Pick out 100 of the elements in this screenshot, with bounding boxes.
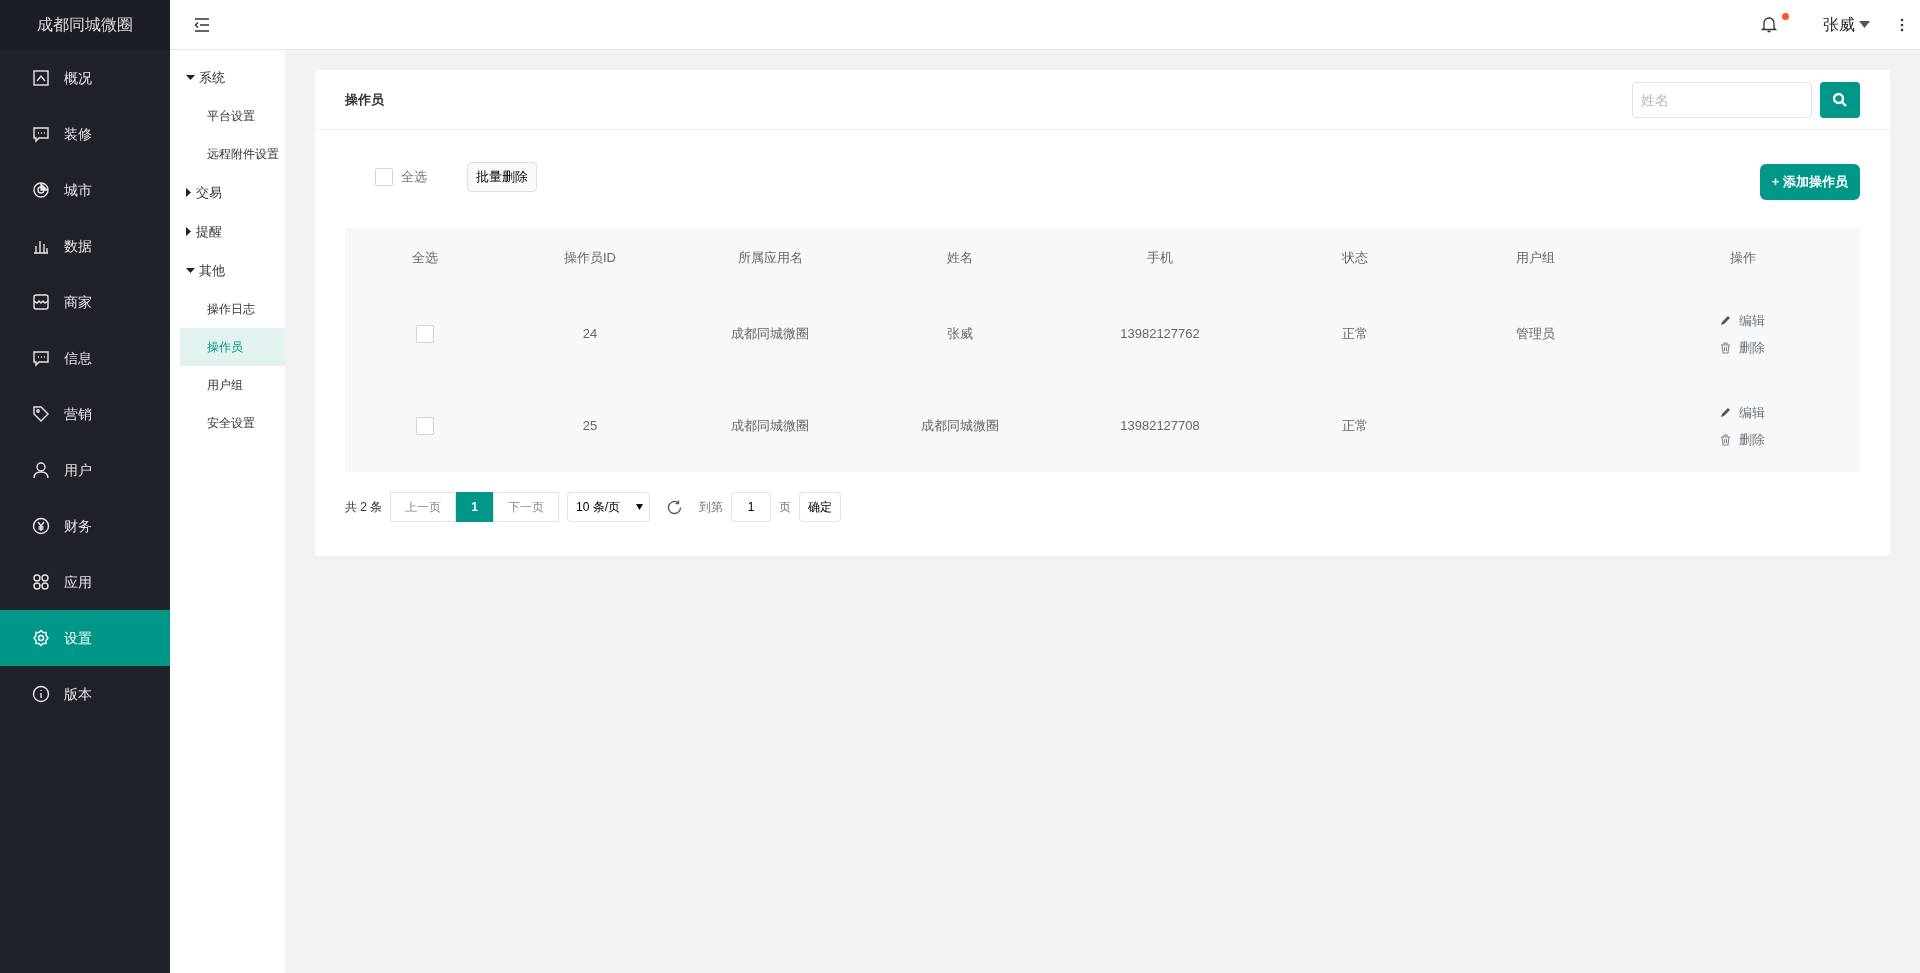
submenu-group[interactable]: 系统 (170, 58, 285, 97)
sidebar-label: 用户 (64, 460, 92, 480)
user-menu[interactable]: 张威 (1823, 12, 1870, 37)
page-button[interactable]: 1 (456, 492, 494, 522)
goto-label: 到第 (699, 499, 724, 516)
caret-down-icon (186, 267, 195, 274)
sidebar-item[interactable]: 信息 (0, 330, 170, 386)
apps-icon (32, 573, 50, 591)
column-header: 姓名 (946, 249, 974, 268)
column-header: 操作员ID (563, 249, 617, 268)
submenu-group-label: 交易 (196, 183, 222, 202)
submenu-group[interactable]: 其他 (170, 251, 285, 290)
picture-frame-icon (32, 69, 50, 87)
refresh-icon[interactable] (666, 498, 684, 516)
info-icon (32, 685, 50, 703)
sidebar-label: 装修 (64, 124, 92, 144)
edit-link[interactable]: 编辑 (1720, 402, 1765, 422)
delete-link[interactable]: 删除 (1720, 338, 1765, 358)
sidebar-item[interactable]: 概况 (0, 50, 170, 106)
sidebar-label: 信息 (64, 348, 92, 368)
edit-link[interactable]: 编辑 (1720, 310, 1765, 330)
table-cell: 张威 (947, 326, 973, 342)
table-cell: 正常 (1342, 418, 1368, 434)
sidebar-item[interactable]: 财务 (0, 498, 170, 554)
user-icon (32, 461, 50, 479)
caret-icon (1859, 21, 1870, 28)
column-header: 用户组 (1514, 249, 1556, 268)
sidebar-label: 应用 (64, 572, 92, 592)
confirm-button[interactable]: 确定 (799, 492, 842, 522)
delete-link[interactable]: 删除 (1720, 430, 1765, 450)
submenu-item[interactable]: 安全设置 (180, 404, 285, 442)
chat-icon (32, 125, 50, 143)
page-size-select[interactable]: 10 条/页 (567, 492, 651, 522)
submenu-group[interactable]: 交易 (170, 173, 285, 212)
table-cell: 成都同城微圈 (731, 418, 809, 434)
sidebar-label: 设置 (64, 628, 92, 648)
column-header: 手机 (1146, 249, 1174, 268)
sidebar-item[interactable]: 营销 (0, 386, 170, 442)
collapse-menu-icon[interactable] (194, 17, 210, 32)
chat-icon (32, 349, 50, 367)
pencil-icon (1720, 314, 1731, 326)
tag-icon (32, 405, 50, 423)
column-header: 所属应用名 (736, 249, 804, 268)
search-button[interactable] (1820, 81, 1860, 118)
sidebar-label: 营销 (64, 404, 92, 424)
next-page-button[interactable]: 下一页 (493, 492, 560, 522)
sidebar-item[interactable]: 装修 (0, 106, 170, 162)
sidebar-label: 财务 (64, 516, 92, 536)
total-count: 共 2 条 (345, 499, 383, 516)
caret-down-icon (636, 504, 644, 510)
pencil-icon (1720, 406, 1731, 418)
row-checkbox[interactable] (416, 417, 434, 435)
submenu-group[interactable]: 提醒 (170, 212, 285, 251)
column-header: 状态 (1341, 249, 1369, 268)
table-cell: 正常 (1342, 326, 1368, 342)
more-options-icon[interactable] (1900, 17, 1904, 32)
sidebar-label: 商家 (64, 292, 92, 312)
submenu-item[interactable]: 操作日志 (180, 290, 285, 328)
caret-right-icon (186, 188, 192, 197)
sidebar-label: 城市 (64, 180, 92, 200)
sidebar-item[interactable]: 用户 (0, 442, 170, 498)
store-icon (32, 293, 50, 311)
select-all-checkbox[interactable]: 全选 (375, 167, 427, 187)
submenu-item[interactable]: 平台设置 (180, 97, 285, 135)
table-cell: 成都同城微圈 (921, 418, 999, 434)
table-cell: 13982127708 (1120, 418, 1200, 434)
caret-down-icon (186, 74, 195, 81)
sidebar-item[interactable]: 商家 (0, 274, 170, 330)
trash-icon (1720, 341, 1731, 354)
batch-delete-button[interactable]: 批量删除 (467, 162, 537, 192)
submenu-group-label: 系统 (199, 68, 225, 87)
radar-icon (32, 181, 50, 199)
search-icon (1832, 91, 1848, 108)
page-unit-label: 页 (779, 499, 792, 516)
sidebar-item[interactable]: 应用 (0, 554, 170, 610)
sidebar-item[interactable]: 设置 (0, 610, 170, 666)
goto-page-field[interactable]: 1 (731, 492, 772, 522)
sidebar-label: 数据 (64, 236, 92, 256)
submenu-item[interactable]: 远程附件设置 (180, 135, 285, 173)
table-cell: 13982127762 (1120, 326, 1200, 342)
table-cell: 25 (582, 418, 598, 434)
submenu-group-label: 提醒 (196, 222, 222, 241)
add-operator-button[interactable]: + 添加操作员 (1759, 164, 1860, 200)
table-cell: 24 (582, 326, 598, 342)
settings-icon (32, 629, 50, 647)
row-checkbox[interactable] (416, 325, 434, 343)
trash-icon (1720, 433, 1731, 446)
yen-icon (32, 517, 50, 535)
sidebar-item[interactable]: 数据 (0, 218, 170, 274)
sidebar-label: 概况 (64, 68, 92, 88)
sidebar-label: 版本 (64, 684, 92, 704)
card-title: 操作员 (345, 90, 384, 109)
column-header: 全选 (411, 249, 439, 268)
prev-page-button[interactable]: 上一页 (390, 492, 457, 522)
submenu-item[interactable]: 用户组 (180, 366, 285, 404)
sidebar-item[interactable]: 城市 (0, 162, 170, 218)
search-field[interactable]: 姓名 (1632, 81, 1812, 118)
sidebar-item[interactable]: 版本 (0, 666, 170, 722)
table-cell: 成都同城微圈 (731, 326, 809, 342)
brand-title: 成都同城微圈 (0, 0, 170, 50)
